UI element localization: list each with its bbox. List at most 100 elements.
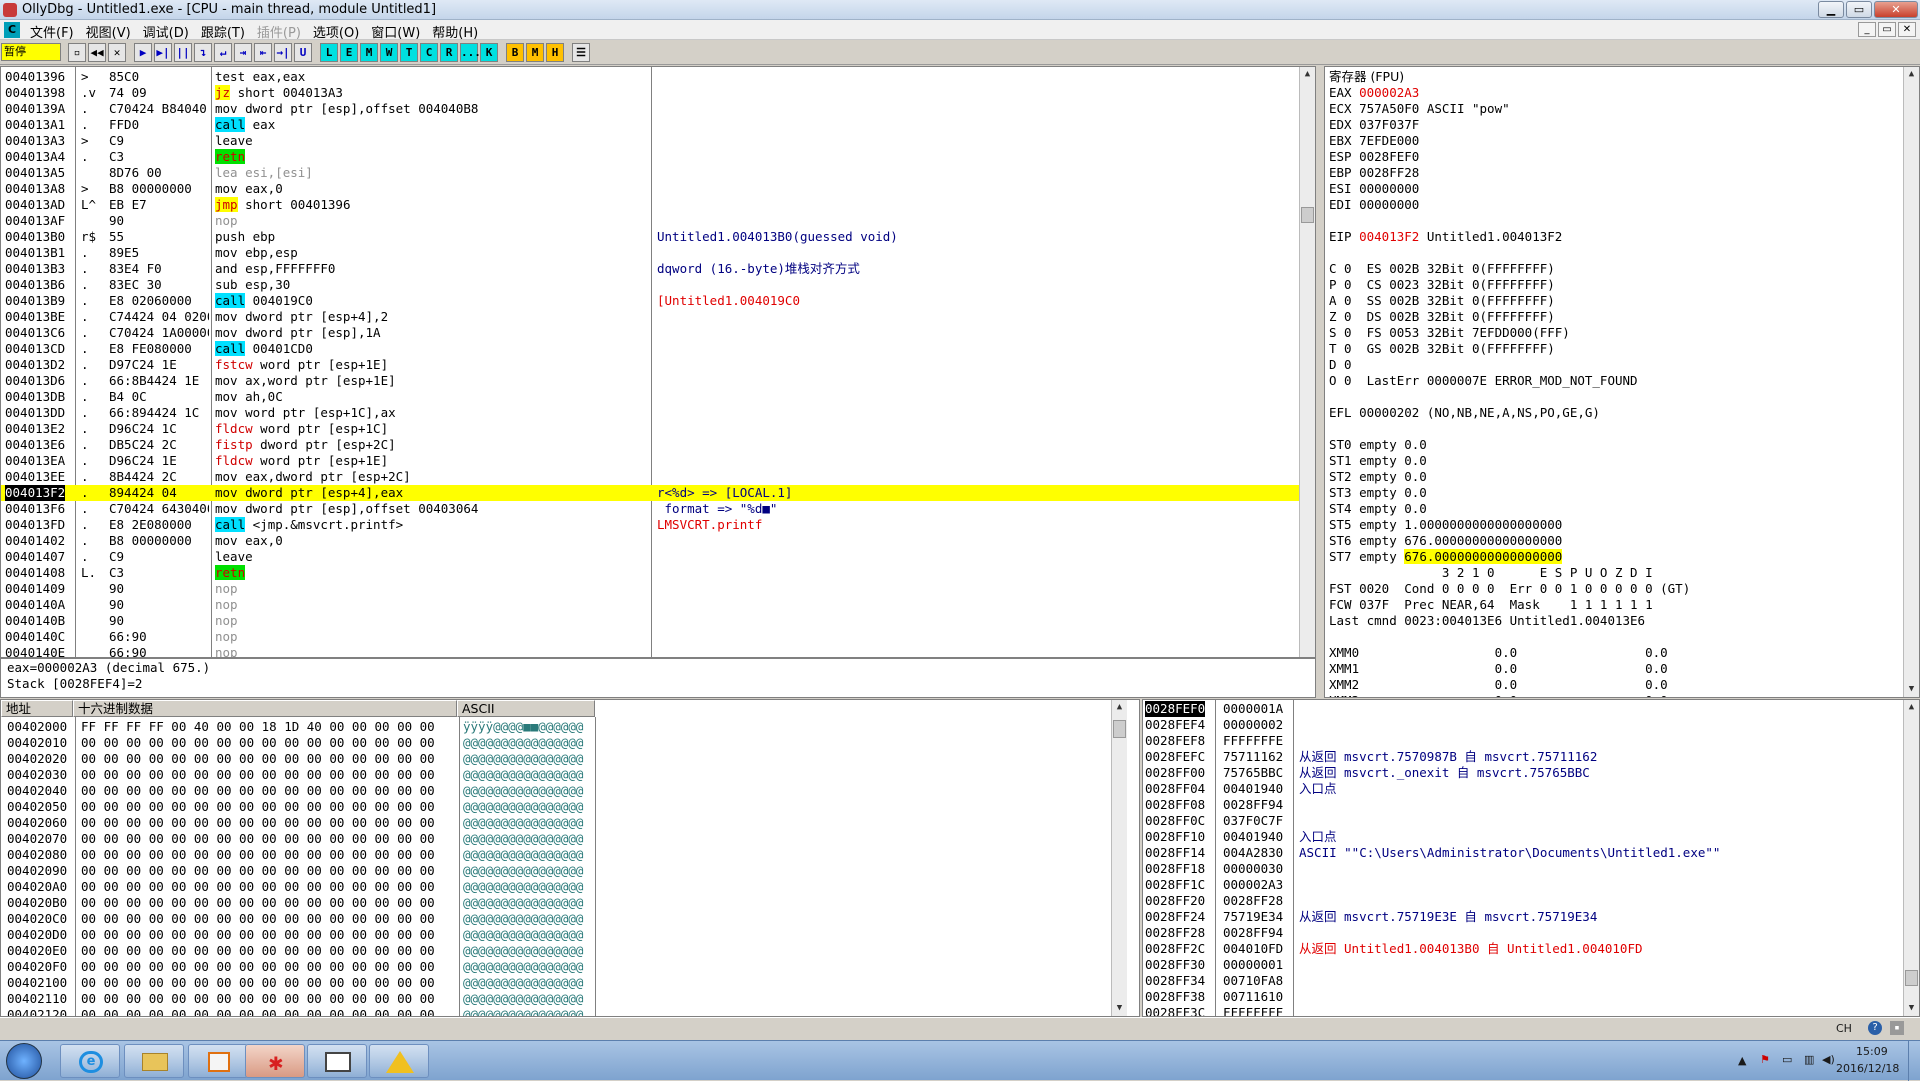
disasm-row[interactable]: 004013D2. D97C24 1E fstcw word ptr [esp+1E… [1, 357, 1299, 373]
toolbar-button-4[interactable]: ▶| [154, 43, 172, 62]
scroll-down-icon[interactable]: ▼ [1906, 1003, 1917, 1014]
language-indicator[interactable]: CH [1836, 1022, 1852, 1035]
disasm-row[interactable]: 004013B9. E8 02060000 call 004019C0 [Untitl… [1, 293, 1299, 309]
disasm-row[interactable]: 004013DD. 66:894424 1C mov word ptr [esp+1… [1, 405, 1299, 421]
toolbar-button-13[interactable]: E [340, 43, 358, 62]
dump-header-hex[interactable]: 十六进制数据 [73, 700, 457, 717]
dump-row[interactable]: 004020D0 00 00 00 00 00 00 00 00 00 00 00… [1, 927, 1111, 943]
tray-monitor-icon[interactable]: ▭ [1782, 1053, 1792, 1066]
toolbar-button-20[interactable]: K [480, 43, 498, 62]
mdi-close-button[interactable]: ✕ [1898, 22, 1916, 37]
stack-row[interactable]: 0028FF14 004A2830 ASCII ""C:\Users\Adminis… [1143, 845, 1903, 861]
disasm-row[interactable]: 004013B0 r$ 55 push ebp Untitled1.004013B0(g… [1, 229, 1299, 245]
dump-row[interactable]: 004020E0 00 00 00 00 00 00 00 00 00 00 00… [1, 943, 1111, 959]
menu-item-6[interactable]: 窗口(W) [365, 20, 426, 43]
register-line[interactable]: D 0 [1329, 357, 1352, 373]
register-line[interactable]: FCW 037F Prec NEAR,64 Mask 1 1 1 1 1 1 [1329, 597, 1653, 613]
cpu-window-icon[interactable]: C [4, 22, 20, 38]
stack-row[interactable]: 0028FF2C 004010FD 从返回 Untitled1.004013B0 自… [1143, 941, 1903, 957]
toolbar-button-16[interactable]: T [400, 43, 418, 62]
stack-row[interactable]: 0028FF28 0028FF94 [1143, 925, 1903, 941]
disasm-row[interactable]: 004013F6. C70424 6430400 mov dword ptr [es… [1, 501, 1299, 517]
scroll-thumb[interactable] [1113, 720, 1126, 738]
register-line[interactable]: EAX 000002A3 [1329, 85, 1419, 101]
dump-row[interactable]: 00402060 00 00 00 00 00 00 00 00 00 00 00… [1, 815, 1111, 831]
dump-row[interactable]: 004020A0 00 00 00 00 00 00 00 00 00 00 00… [1, 879, 1111, 895]
tray-clock-time[interactable]: 15:09 [1856, 1045, 1888, 1058]
disasm-row[interactable]: 004013FD. E8 2E080000 call <jmp.&msvcrt.pr… [1, 517, 1299, 533]
disasm-row[interactable]: 004013B6. 83EC 30 sub esp,30 [1, 277, 1299, 293]
disasm-row[interactable]: 004013A8 > B8 00000000 mov eax,0 [1, 181, 1299, 197]
toolbar-button-7[interactable]: ↵ [214, 43, 232, 62]
toolbar-button-10[interactable]: →| [274, 43, 292, 62]
register-line[interactable]: ST5 empty 1.0000000000000000000 [1329, 517, 1562, 533]
toolbar-button-5[interactable]: || [174, 43, 192, 62]
dump-row[interactable]: 004020C0 00 00 00 00 00 00 00 00 00 00 00… [1, 911, 1111, 927]
register-line[interactable]: EFL 00000202 (NO,NB,NE,A,NS,PO,GE,G) [1329, 405, 1600, 421]
toolbar-button-18[interactable]: R [440, 43, 458, 62]
dump-row[interactable]: 00402080 00 00 00 00 00 00 00 00 00 00 00… [1, 847, 1111, 863]
dump-row[interactable]: 00402050 00 00 00 00 00 00 00 00 00 00 00… [1, 799, 1111, 815]
scroll-up-icon[interactable]: ▲ [1906, 69, 1917, 80]
register-line[interactable]: XMM3 0.0 0.0 [1329, 693, 1668, 697]
register-line[interactable]: EBX 7EFDE000 [1329, 133, 1419, 149]
tray-flag-icon[interactable]: ⚑ [1760, 1053, 1770, 1066]
mdi-minimize-button[interactable]: _ [1858, 22, 1876, 37]
stack-row[interactable]: 0028FF3C FFFFFFFF [1143, 1005, 1903, 1016]
stack-pane[interactable]: 0028FEF0 0000001A 0028FEF4 00000002 0028FEF8… [1142, 699, 1920, 1017]
dump-row[interactable]: 00402020 00 00 00 00 00 00 00 00 00 00 00… [1, 751, 1111, 767]
disasm-row[interactable]: 00401407. C9 leave [1, 549, 1299, 565]
register-line[interactable]: ST0 empty 0.0 [1329, 437, 1427, 453]
scroll-up-icon[interactable]: ▲ [1906, 702, 1917, 713]
dump-scrollbar[interactable]: ▲ ▼ [1111, 700, 1127, 1016]
register-line[interactable]: S 0 FS 0053 32Bit 7EFDD000(FFF) [1329, 325, 1570, 341]
taskbar-explorer-icon[interactable] [124, 1044, 184, 1078]
stack-row[interactable]: 0028FF20 0028FF28 [1143, 893, 1903, 909]
disasm-row[interactable]: 00401408 L. C3 retn [1, 565, 1299, 581]
register-line[interactable]: C 0 ES 002B 32Bit 0(FFFFFFFF) [1329, 261, 1555, 277]
minimize-button[interactable]: ▁ [1818, 1, 1844, 18]
taskbar-warning-icon[interactable] [369, 1044, 429, 1078]
stack-row[interactable]: 0028FF1C 000002A3 [1143, 877, 1903, 893]
stack-row[interactable]: 0028FF38 00711610 [1143, 989, 1903, 1005]
menu-item-2[interactable]: 调试(D) [137, 20, 195, 43]
toolbar-button-2[interactable]: ✕ [108, 43, 126, 62]
register-line[interactable]: Z 0 DS 002B 32Bit 0(FFFFFFFF) [1329, 309, 1555, 325]
register-line[interactable]: Last cmnd 0023:004013E6 Untitled1.004013… [1329, 613, 1645, 629]
disasm-row[interactable]: 004013A5 8D76 00 lea esi,[esi] [1, 165, 1299, 181]
disassembly-scrollbar[interactable]: ▲ [1299, 67, 1315, 657]
dump-row[interactable]: 004020B0 00 00 00 00 00 00 00 00 00 00 00… [1, 895, 1111, 911]
tray-clock-date[interactable]: 2016/12/18 [1836, 1062, 1899, 1075]
toolbar-button-8[interactable]: ⇥ [234, 43, 252, 62]
stack-row[interactable]: 0028FEF8 FFFFFFFE [1143, 733, 1903, 749]
disasm-row[interactable]: 0040140C 66:90 nop [1, 629, 1299, 645]
register-line[interactable]: 3 2 1 0 E S P U O Z D I [1329, 565, 1653, 581]
toolbar-button-24[interactable]: ☰ [572, 43, 590, 62]
dump-row[interactable]: 00402010 00 00 00 00 00 00 00 00 00 00 00… [1, 735, 1111, 751]
register-line[interactable]: XMM1 0.0 0.0 [1329, 661, 1668, 677]
register-line[interactable]: ST6 empty 676.00000000000000000 [1329, 533, 1562, 549]
register-line[interactable]: EDI 00000000 [1329, 197, 1419, 213]
toolbar-button-23[interactable]: H [546, 43, 564, 62]
register-line[interactable]: T 0 GS 002B 32Bit 0(FFFFFFFF) [1329, 341, 1555, 357]
disasm-row[interactable]: 004013B3. 83E4 F0 and esp,FFFFFFF0 dqword (… [1, 261, 1299, 277]
toolbar-button-1[interactable]: ◀◀ [88, 43, 106, 62]
menu-item-5[interactable]: 选项(O) [307, 20, 365, 43]
disasm-row[interactable]: 00401398 .v 74 09 jz short 004013A3 [1, 85, 1299, 101]
disasm-row[interactable]: 004013E6. DB5C24 2C fistp dword ptr [esp+2… [1, 437, 1299, 453]
register-line[interactable]: P 0 CS 0023 32Bit 0(FFFFFFFF) [1329, 277, 1555, 293]
show-desktop-button[interactable] [1908, 1041, 1920, 1081]
taskbar-internet-explorer-icon[interactable]: e [60, 1044, 120, 1078]
register-line[interactable]: EDX 037F037F [1329, 117, 1419, 133]
register-line[interactable]: ST7 empty 676.00000000000000000 [1329, 549, 1563, 565]
tray-volume-icon[interactable]: ◀) [1822, 1053, 1835, 1066]
dump-row[interactable]: 00402040 00 00 00 00 00 00 00 00 00 00 00… [1, 783, 1111, 799]
disasm-row[interactable]: 004013AF 90 nop [1, 213, 1299, 229]
stack-row[interactable]: 0028FF00 75765BBC 从返回 msvcrt._onexit 自 msv… [1143, 765, 1903, 781]
register-line[interactable]: ST4 empty 0.0 [1329, 501, 1427, 517]
stack-row[interactable]: 0028FF34 00710FA8 [1143, 973, 1903, 989]
dump-header-ascii[interactable]: ASCII [457, 700, 595, 717]
toolbar-button-15[interactable]: W [380, 43, 398, 62]
memory-dump-pane[interactable]: 地址 十六进制数据 ASCII 00402000 FF FF FF FF 00 4… [0, 699, 1140, 1017]
toolbar-button-11[interactable]: U [294, 43, 312, 62]
